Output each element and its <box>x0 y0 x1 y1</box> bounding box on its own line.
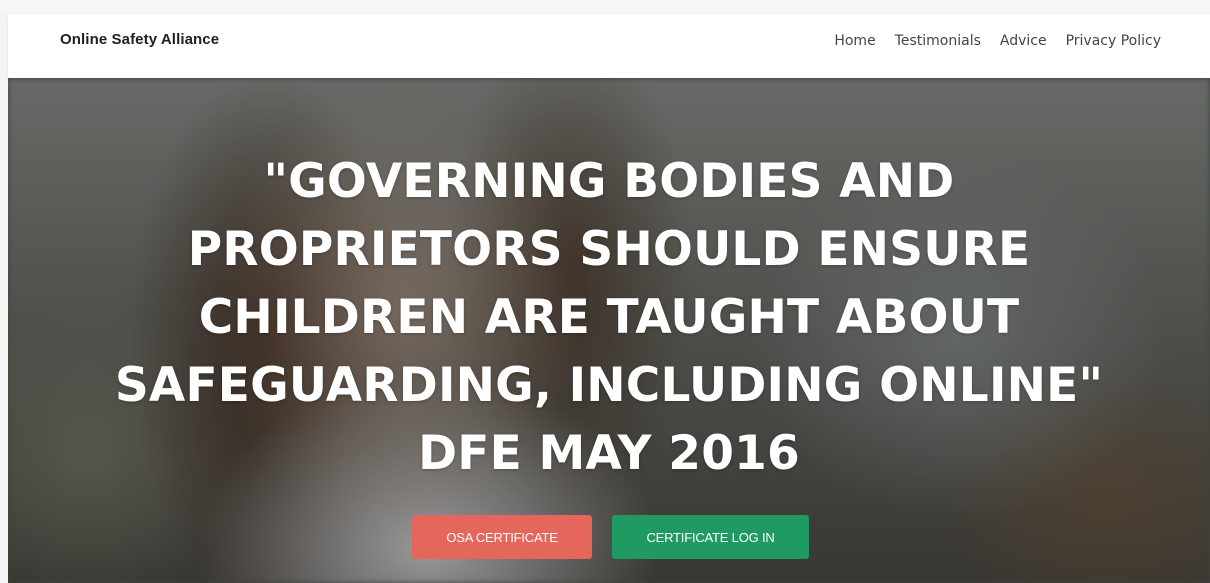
hero-banner: "GOVERNING BODIES AND PROPRIETORS SHOULD… <box>8 78 1210 583</box>
page: Online Safety Alliance Home Testimonials… <box>0 0 1210 583</box>
nav-link-privacy-policy[interactable]: Privacy Policy <box>1066 33 1161 49</box>
osa-certificate-button[interactable]: OSA CERTIFICATE <box>412 515 592 559</box>
brand-logo-link[interactable]: Online Safety Alliance <box>60 31 219 48</box>
navbar: Online Safety Alliance Home Testimonials… <box>8 14 1210 78</box>
nav-link-advice[interactable]: Advice <box>1000 33 1047 49</box>
nav-link-testimonials[interactable]: Testimonials <box>895 33 981 49</box>
nav-link-home[interactable]: Home <box>834 33 875 49</box>
certificate-login-button[interactable]: CERTIFICATE LOG IN <box>612 515 809 559</box>
hero-quote-heading: "GOVERNING BODIES AND PROPRIETORS SHOULD… <box>114 154 1104 481</box>
nav-links: Home Testimonials Advice Privacy Policy <box>834 33 1161 49</box>
top-strip <box>0 0 1210 14</box>
